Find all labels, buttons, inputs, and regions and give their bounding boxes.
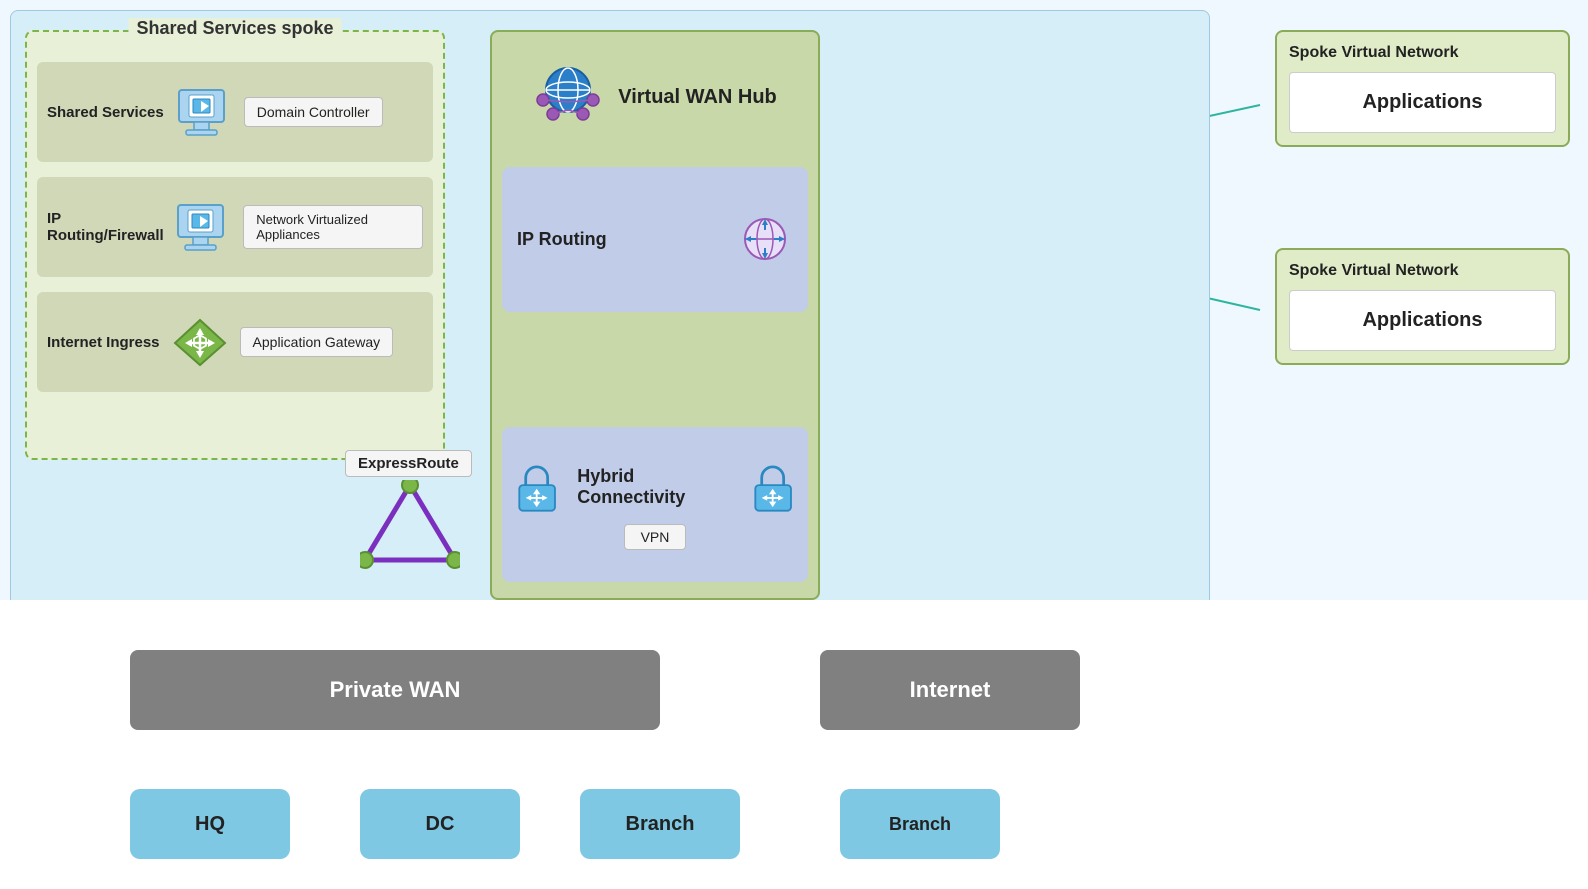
- service-label-2: IP Routing/Firewall: [47, 210, 163, 244]
- expressroute-label: ExpressRoute: [345, 450, 472, 477]
- hybrid-row: Hybrid Connectivity: [512, 459, 798, 514]
- private-wan-box: Private WAN: [130, 650, 660, 730]
- nva-tag: Network Virtualized Appliances: [243, 205, 423, 249]
- service-label-3: Internet Ingress: [47, 334, 160, 351]
- terminal-branch: Branch: [580, 789, 740, 859]
- globe-icon: [533, 62, 603, 132]
- spoke-vnet-app-1: Applications: [1289, 72, 1556, 133]
- internet-label: Internet: [910, 677, 991, 703]
- terminal-hq: HQ: [130, 789, 290, 859]
- spoke-vnet-1: Spoke Virtual Network Applications: [1275, 30, 1570, 147]
- private-wan-label: Private WAN: [330, 677, 461, 703]
- hq-label: HQ: [195, 813, 225, 836]
- spoke-title: Shared Services spoke: [128, 18, 341, 39]
- vwan-hub-title: Virtual WAN Hub: [618, 86, 777, 109]
- app-gateway-tag: Application Gateway: [240, 327, 394, 357]
- branch-label: Branch: [626, 813, 695, 836]
- routing-icon: [738, 212, 793, 267]
- lock-icon-2: [748, 459, 798, 514]
- service-label-1: Shared Services: [47, 104, 164, 121]
- spoke-vnet-title-1: Spoke Virtual Network: [1289, 44, 1556, 62]
- terminal-dc: DC: [360, 789, 520, 859]
- vwan-hub-header: Virtual WAN Hub: [502, 42, 808, 152]
- service-row-1: Shared Services Domain Controller: [37, 62, 433, 162]
- domain-controller-tag: Domain Controller: [244, 97, 383, 127]
- spoke-vnet-title-2: Spoke Virtual Network: [1289, 262, 1556, 280]
- routing-label: IP Routing: [517, 229, 723, 250]
- lock-icon-1: [512, 459, 562, 514]
- service-row-2: IP Routing/Firewall Network Virtualized …: [37, 177, 433, 277]
- spoke-vnet-app-2: Applications: [1289, 290, 1556, 351]
- routing-section: IP Routing: [502, 167, 808, 312]
- spoke-vnet-2: Spoke Virtual Network Applications: [1275, 248, 1570, 365]
- service-row-3: Internet Ingress ⬡ Application Gateway: [37, 292, 433, 392]
- hybrid-connectivity-section: Hybrid Connectivity VPN: [502, 427, 808, 582]
- internet-box: Internet: [820, 650, 1080, 730]
- computer-icon-2: [173, 200, 233, 255]
- terminal-internet-branch: Branch: [840, 789, 1000, 859]
- internet-branch-label: Branch: [889, 814, 951, 835]
- vpn-tag: VPN: [624, 524, 687, 550]
- dc-label: DC: [426, 813, 455, 836]
- vwan-hub: Virtual WAN Hub IP Routing: [490, 30, 820, 600]
- expressroute-triangle: [360, 480, 460, 570]
- shared-services-spoke: Shared Services spoke Shared Services Do…: [25, 30, 445, 460]
- app-gateway-icon: ⬡: [170, 315, 230, 370]
- computer-icon-1: [174, 85, 234, 140]
- hybrid-label: Hybrid Connectivity: [577, 466, 732, 508]
